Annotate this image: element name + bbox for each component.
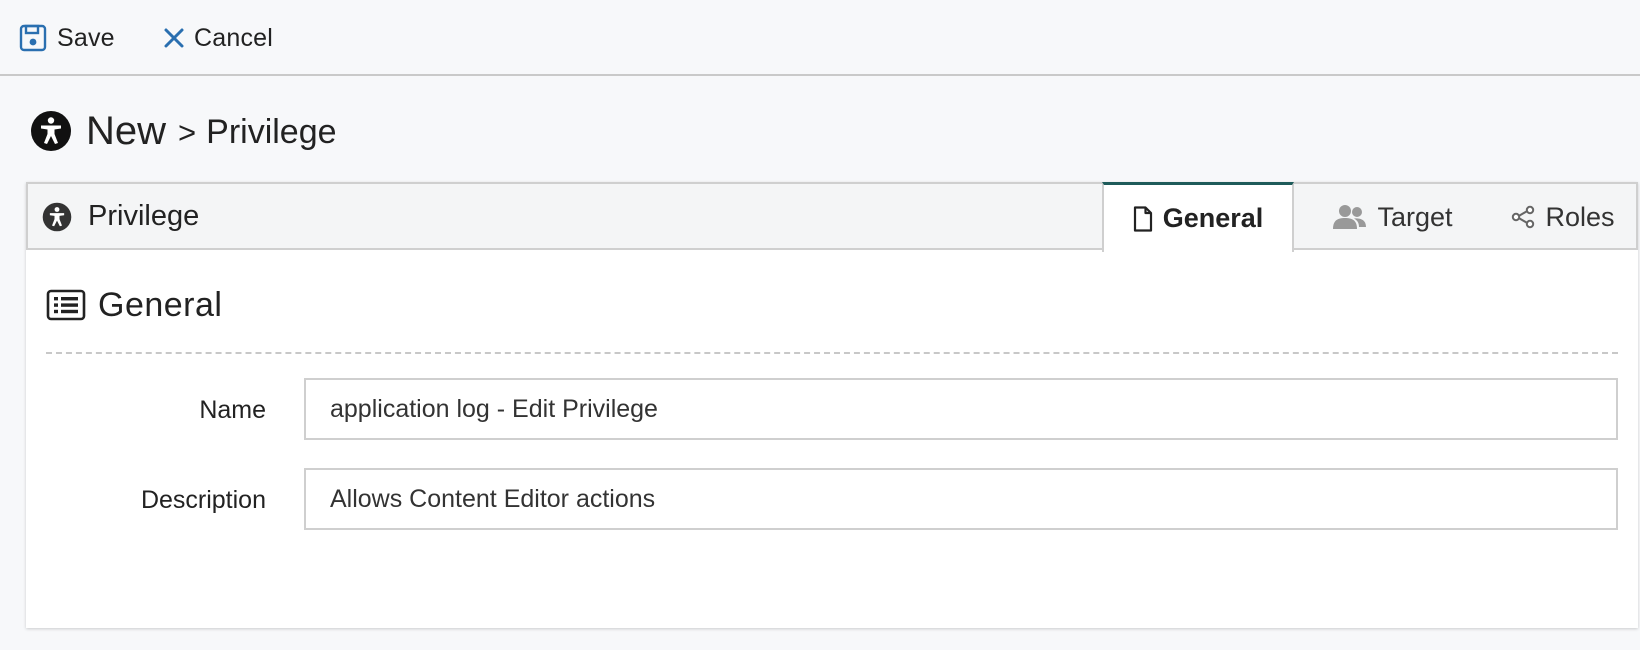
tab-roles[interactable]: Roles (1488, 184, 1638, 250)
share-nodes-icon (1511, 205, 1535, 229)
accessibility-icon (42, 202, 72, 232)
file-icon (1133, 205, 1153, 232)
card-title: Privilege (42, 200, 199, 233)
users-icon (1333, 204, 1367, 230)
name-field[interactable] (304, 378, 1618, 440)
save-label: Save (57, 23, 115, 52)
name-label: Name (199, 396, 266, 424)
card-title-label: Privilege (88, 200, 200, 232)
breadcrumb: New > Privilege (30, 106, 337, 156)
tab-target-label: Target (1377, 201, 1453, 232)
privilege-card: Privilege General Target Roles General N… (26, 182, 1638, 628)
tab-general[interactable]: General (1102, 182, 1294, 252)
cancel-label: Cancel (194, 23, 274, 52)
page-title: Privilege (206, 113, 337, 151)
toolbar: Save Cancel (0, 0, 1640, 76)
save-button[interactable]: Save (18, 20, 115, 56)
tab-general-label: General (1162, 203, 1264, 233)
tab-roles-label: Roles (1545, 201, 1615, 232)
section-title-label: General (98, 286, 223, 324)
description-field[interactable] (304, 468, 1618, 530)
breadcrumb-new: New (86, 108, 167, 153)
card-header: Privilege General Target Roles (26, 182, 1638, 252)
section-divider (46, 352, 1618, 354)
breadcrumb-separator: > (178, 115, 197, 150)
cancel-button[interactable]: Cancel (163, 20, 273, 56)
description-label: Description (140, 486, 266, 514)
list-icon (46, 289, 86, 323)
section-title: General (46, 286, 222, 325)
accessibility-icon (30, 110, 72, 152)
floppy-disk-icon (18, 23, 48, 53)
close-icon (163, 27, 185, 49)
tab-target[interactable]: Target (1308, 184, 1478, 250)
